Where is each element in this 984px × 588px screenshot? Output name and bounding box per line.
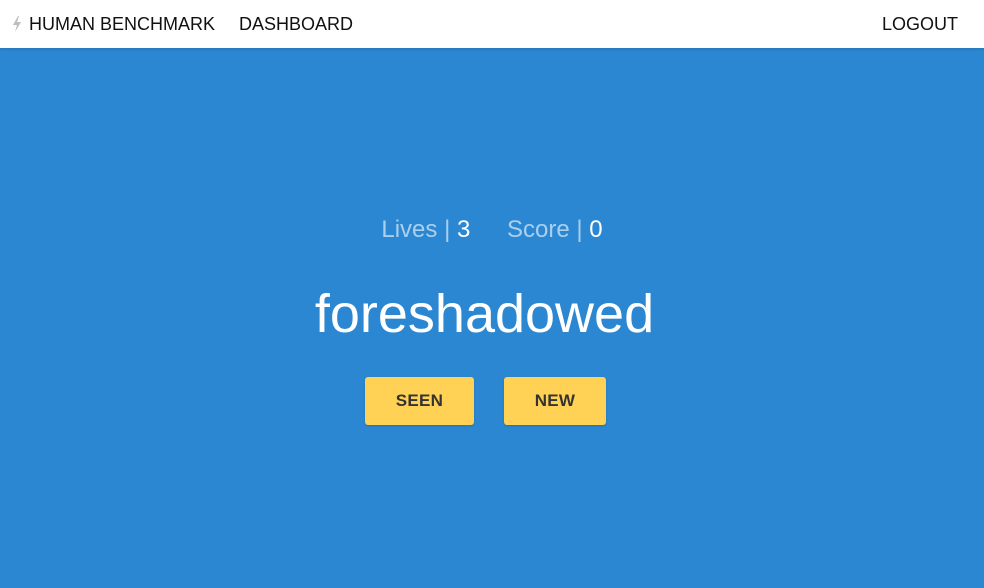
lives-stat: Lives | 3 <box>381 214 470 246</box>
top-navbar: HUMAN BENCHMARK DASHBOARD LOGOUT <box>0 0 984 48</box>
brand-link[interactable]: HUMAN BENCHMARK <box>12 0 215 48</box>
game-stage: Lives | 3 Score | 0 foreshadowed SEEN NE… <box>0 48 984 588</box>
brand-label: HUMAN BENCHMARK <box>29 13 216 34</box>
lives-value: 3 <box>456 216 471 243</box>
dashboard-link[interactable]: DASHBOARD <box>239 0 353 48</box>
bolt-icon <box>13 16 21 32</box>
score-separator: | <box>576 216 583 243</box>
game-stats: Lives | 3 Score | 0 <box>0 214 984 246</box>
score-label: Score <box>507 216 570 243</box>
new-button[interactable]: NEW <box>504 377 606 425</box>
score-stat: Score | 0 <box>507 214 603 246</box>
score-value: 0 <box>589 216 603 243</box>
logout-link[interactable]: LOGOUT <box>882 0 958 48</box>
seen-button[interactable]: SEEN <box>365 377 474 425</box>
lives-label: Lives <box>381 216 438 243</box>
lives-separator: | <box>444 216 451 243</box>
current-word: foreshadowed <box>314 284 655 344</box>
